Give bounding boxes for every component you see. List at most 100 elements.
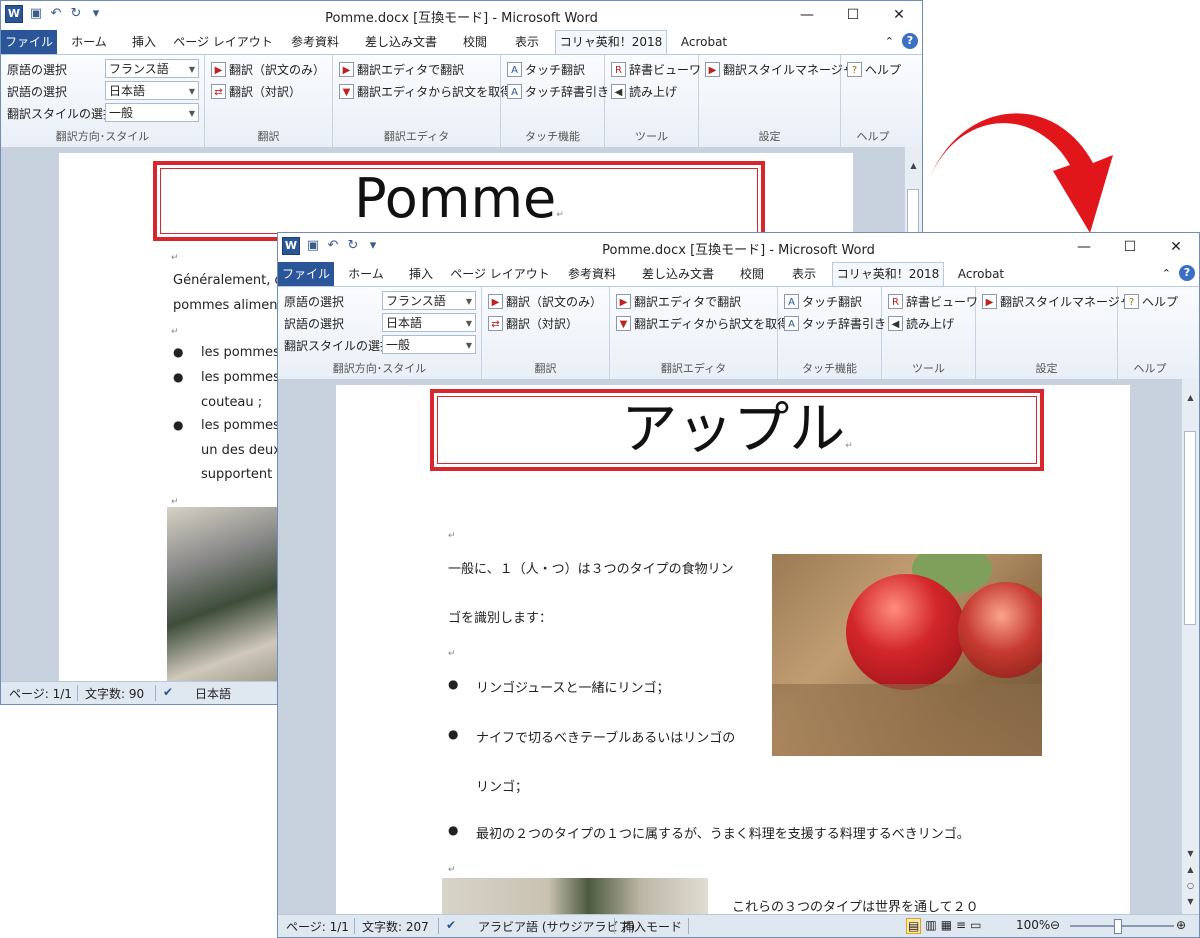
help-icon[interactable]: ? bbox=[902, 33, 918, 49]
ribbon-collapse-icon[interactable]: ⌃ bbox=[1162, 267, 1171, 280]
source-lang-select[interactable]: フランス語 ▼ bbox=[105, 59, 199, 78]
full-screen-reading-icon[interactable]: ▥ bbox=[925, 918, 936, 934]
document-page[interactable]: アップル↵ ↵ 一般に、１（人・つ）は３つのタイプの食物リン ゴを識別します： … bbox=[336, 385, 1130, 917]
tab-file[interactable]: ファイル bbox=[1, 30, 57, 54]
vertical-scrollbar[interactable]: ▲ ▼ ▲ ○ ▼ bbox=[1181, 379, 1199, 917]
korya-help-button[interactable]: ? ヘルプ bbox=[1124, 293, 1178, 310]
zoom-out-icon[interactable]: ⊖ bbox=[1050, 918, 1060, 932]
close-button[interactable]: ✕ bbox=[1153, 233, 1199, 262]
style-select[interactable]: 一般 ▼ bbox=[382, 335, 476, 354]
scroll-up-icon[interactable]: ▲ bbox=[905, 161, 922, 170]
outline-icon[interactable]: ≡ bbox=[956, 918, 966, 934]
draft-icon[interactable]: ▭ bbox=[970, 918, 981, 934]
document-heading-row: アップル↵ bbox=[434, 397, 1040, 479]
translate-pair-button[interactable]: ⇄ 翻訳（対訳） bbox=[488, 315, 578, 332]
window-controls: — ☐ ✕ bbox=[784, 1, 922, 30]
scroll-down-icon[interactable]: ▼ bbox=[1182, 849, 1199, 858]
zoom-level[interactable]: 100% bbox=[1016, 918, 1050, 932]
translate-only-button[interactable]: ▶ 翻訳（訳文のみ） bbox=[488, 293, 602, 310]
zoom-slider-track[interactable] bbox=[1070, 925, 1174, 927]
source-lang-select[interactable]: フランス語 ▼ bbox=[382, 291, 476, 310]
print-layout-icon[interactable]: ▤ bbox=[906, 918, 922, 934]
tab-mailings[interactable]: 差し込み文書 bbox=[634, 262, 722, 286]
tab-acrobat[interactable]: Acrobat bbox=[950, 262, 1012, 286]
editor-translate-button[interactable]: ▶ 翻訳エディタで翻訳 bbox=[339, 61, 464, 78]
style-manager-button[interactable]: ▶ 翻訳スタイルマネージャ bbox=[982, 293, 1131, 310]
web-layout-icon[interactable]: ▦ bbox=[941, 918, 952, 934]
heading-frame: アップル↵ bbox=[430, 389, 1044, 471]
editor-fetch-button[interactable]: ▼ 翻訳エディタから訳文を取得 bbox=[616, 315, 789, 332]
target-lang-select[interactable]: 日本語 ▼ bbox=[105, 81, 199, 100]
minimize-button[interactable]: — bbox=[1061, 233, 1107, 262]
scroll-thumb[interactable] bbox=[1184, 431, 1196, 625]
dict-viewer-button[interactable]: R 辞書ビューワ bbox=[611, 61, 701, 78]
style-manager-label: 翻訳スタイルマネージャ bbox=[723, 63, 855, 77]
touch-dict-button[interactable]: A タッチ辞書引き bbox=[784, 315, 886, 332]
minimize-button[interactable]: — bbox=[784, 1, 830, 30]
translate-pair-button[interactable]: ⇄ 翻訳（対訳） bbox=[211, 83, 301, 100]
tab-mailings[interactable]: 差し込み文書 bbox=[357, 30, 445, 54]
tab-page-layout[interactable]: ページ レイアウト bbox=[450, 262, 550, 286]
tab-page-layout[interactable]: ページ レイアウト bbox=[173, 30, 273, 54]
bullet-icon: ● bbox=[173, 418, 184, 432]
tab-view[interactable]: 表示 bbox=[505, 30, 549, 54]
scroll-up-icon[interactable]: ▲ bbox=[1182, 393, 1199, 402]
status-words[interactable]: 文字数: 90 bbox=[85, 685, 144, 702]
proofing-icon[interactable]: ✔ bbox=[163, 685, 173, 699]
maximize-button[interactable]: ☐ bbox=[830, 1, 876, 30]
help-book-icon: ? bbox=[847, 62, 862, 77]
prev-page-icon[interactable]: ▲ bbox=[1182, 865, 1199, 874]
browse-object-icon[interactable]: ○ bbox=[1182, 881, 1199, 890]
bullet-icon: ● bbox=[173, 370, 184, 384]
document-area: アップル↵ ↵ 一般に、１（人・つ）は３つのタイプの食物リン ゴを識別します： … bbox=[278, 379, 1199, 917]
read-aloud-button[interactable]: ◀ 読み上げ bbox=[888, 315, 954, 332]
touch-dict-button[interactable]: A タッチ辞書引き bbox=[507, 83, 609, 100]
tab-review[interactable]: 校閲 bbox=[453, 30, 497, 54]
tab-home[interactable]: ホーム bbox=[63, 30, 115, 54]
status-language[interactable]: アラビア語 (サウジアラビア) bbox=[478, 918, 635, 935]
help-icon[interactable]: ? bbox=[1179, 265, 1195, 281]
dropdown-arrow-icon: ▼ bbox=[465, 319, 472, 328]
tab-korya[interactable]: コリャ英和！2018 bbox=[555, 30, 667, 54]
read-aloud-button[interactable]: ◀ 読み上げ bbox=[611, 83, 677, 100]
tab-home[interactable]: ホーム bbox=[340, 262, 392, 286]
zoom-slider-thumb[interactable] bbox=[1114, 919, 1122, 934]
tab-view[interactable]: 表示 bbox=[782, 262, 826, 286]
editor-translate-button[interactable]: ▶ 翻訳エディタで翻訳 bbox=[616, 293, 741, 310]
next-page-icon[interactable]: ▼ bbox=[1182, 897, 1199, 906]
tab-references[interactable]: 参考資料 bbox=[558, 262, 626, 286]
paragraph-mark: ↵ bbox=[845, 441, 853, 451]
zoom-in-icon[interactable]: ⊕ bbox=[1176, 918, 1186, 932]
editor-fetch-button[interactable]: ▼ 翻訳エディタから訳文を取得 bbox=[339, 83, 512, 100]
style-select[interactable]: 一般 ▼ bbox=[105, 103, 199, 122]
translate-only-button[interactable]: ▶ 翻訳（訳文のみ） bbox=[211, 61, 325, 78]
tab-acrobat[interactable]: Acrobat bbox=[673, 30, 735, 54]
status-words[interactable]: 文字数: 207 bbox=[362, 918, 429, 935]
apple-photo bbox=[772, 554, 1042, 756]
status-insert-mode[interactable]: 挿入モード bbox=[622, 918, 682, 935]
ribbon-collapse-icon[interactable]: ⌃ bbox=[885, 35, 894, 48]
arrow-shape bbox=[930, 113, 1113, 233]
status-page[interactable]: ページ: 1/1 bbox=[286, 918, 349, 935]
korya-help-button[interactable]: ? ヘルプ bbox=[847, 61, 901, 78]
target-lang-select[interactable]: 日本語 ▼ bbox=[382, 313, 476, 332]
proofing-icon[interactable]: ✔ bbox=[446, 918, 456, 932]
tab-references[interactable]: 参考資料 bbox=[281, 30, 349, 54]
tab-review[interactable]: 校閲 bbox=[730, 262, 774, 286]
status-page[interactable]: ページ: 1/1 bbox=[9, 685, 72, 702]
dict-viewer-label: 辞書ビューワ bbox=[906, 295, 979, 309]
tab-korya[interactable]: コリャ英和！2018 bbox=[832, 262, 944, 286]
tab-insert[interactable]: 挿入 bbox=[398, 262, 444, 286]
speaker-icon: ◀ bbox=[611, 84, 626, 99]
tab-file[interactable]: ファイル bbox=[278, 262, 334, 286]
dict-viewer-button[interactable]: R 辞書ビューワ bbox=[888, 293, 978, 310]
tab-insert[interactable]: 挿入 bbox=[121, 30, 167, 54]
status-language[interactable]: 日本語 bbox=[195, 685, 231, 702]
close-button[interactable]: ✕ bbox=[876, 1, 922, 30]
touch-translate-button[interactable]: A タッチ翻訳 bbox=[507, 61, 585, 78]
style-manager-button[interactable]: ▶ 翻訳スタイルマネージャ bbox=[705, 61, 854, 78]
touch-dict-label: タッチ辞書引き bbox=[802, 317, 887, 331]
touch-translate-button[interactable]: A タッチ翻訳 bbox=[784, 293, 862, 310]
bullet-text: les pommes bbox=[201, 345, 280, 360]
maximize-button[interactable]: ☐ bbox=[1107, 233, 1153, 262]
